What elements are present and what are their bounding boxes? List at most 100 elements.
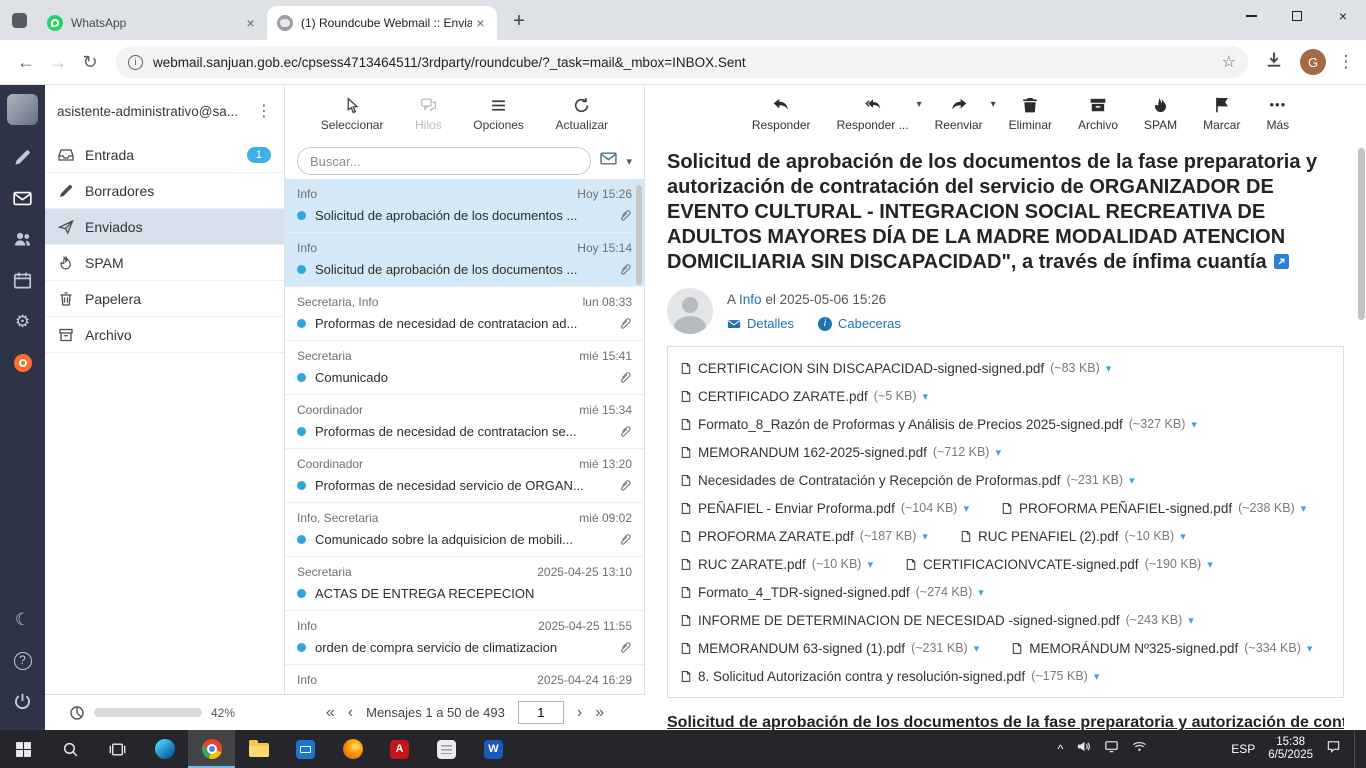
mark-button[interactable]: Marcar [1203,96,1240,132]
attachment-caret-icon[interactable]: ▾ [974,642,980,655]
tab-whatsapp[interactable]: WhatsApp × [37,6,267,40]
attachment-caret-icon[interactable]: ▾ [923,390,929,403]
attachment-chip[interactable]: Formato_8_Razón de Proformas y Análisis … [680,417,1197,432]
attachment-chip[interactable]: PROFORMA PEÑAFIEL-signed.pdf(~238 KB)▾ [1001,501,1306,516]
last-page-button[interactable]: » [595,705,604,721]
show-desktop-button[interactable] [1354,730,1358,768]
folder-spam[interactable]: SPAM [45,245,284,281]
first-page-button[interactable]: « [326,705,335,721]
contacts-nav-icon[interactable] [0,219,45,260]
window-minimize-button[interactable] [1228,0,1274,32]
volume-icon[interactable] [1076,739,1091,759]
unread-dot[interactable] [297,319,306,328]
calendar-nav-icon[interactable] [0,260,45,301]
attachment-chip[interactable]: RUC PENAFIEL (2).pdf(~10 KB)▾ [960,529,1186,544]
attachment-caret-icon[interactable]: ▾ [963,502,969,515]
forward-caret-icon[interactable]: ▾ [991,99,996,110]
folder-papelera[interactable]: Papelera [45,281,284,317]
cpanel-icon[interactable] [0,342,45,383]
attachment-chip[interactable]: CERTIFICADO ZARATE.pdf(~5 KB)▾ [680,389,928,404]
list-scrollbar[interactable] [636,185,642,285]
folder-archivo[interactable]: Archivo [45,317,284,353]
recipient-link[interactable]: Info [739,292,762,307]
next-page-button[interactable]: › [577,705,582,721]
start-button[interactable] [0,730,47,768]
search-options-caret-icon[interactable]: ▾ [626,155,632,168]
attachment-caret-icon[interactable]: ▾ [922,530,928,543]
unread-dot[interactable] [297,535,306,544]
firefox-icon[interactable] [329,730,376,768]
edge-icon[interactable] [141,730,188,768]
downloads-icon[interactable] [1258,50,1290,75]
message-row[interactable]: InfoHoy 15:14 Solicitud de aprobación de… [285,233,644,287]
url-input[interactable] [153,55,1214,70]
message-row[interactable]: Info2025-04-24 16:29 [285,665,644,694]
site-info-icon[interactable]: i [128,55,143,70]
reply-button[interactable]: Responder [752,96,811,132]
forward-button[interactable]: → [42,52,74,73]
tab-roundcube[interactable]: (1) Roundcube Webmail :: Envia × [267,6,497,40]
help-icon[interactable]: ? [0,640,45,681]
attachment-chip[interactable]: Necesidades de Contratación y Recepción … [680,473,1135,488]
reload-button[interactable]: ↻ [74,52,106,73]
archive-button[interactable]: Archivo [1078,96,1118,132]
acrobat-icon[interactable]: A [376,730,423,768]
settings-nav-icon[interactable]: ⚙ [0,301,45,342]
file-explorer-icon[interactable] [235,730,282,768]
attachment-chip[interactable]: MEMORANDUM 63-signed (1).pdf(~231 KB)▾ [680,641,979,656]
profile-avatar[interactable]: G [1300,49,1326,75]
unread-dot[interactable] [297,373,306,382]
language-indicator[interactable]: ESP [1231,742,1255,756]
chrome-icon[interactable] [188,730,235,768]
back-button[interactable]: ← [10,52,42,73]
threads-button[interactable]: Hilos [415,97,442,132]
bookmark-star-icon[interactable]: ☆ [1222,52,1236,72]
attachment-caret-icon[interactable]: ▾ [1191,418,1197,431]
office-app-icon[interactable] [423,730,470,768]
attachment-chip[interactable]: PROFORMA ZARATE.pdf(~187 KB)▾ [680,529,928,544]
taskbar-search-icon[interactable] [47,730,94,768]
more-button[interactable]: ••• Más [1266,96,1289,132]
attachment-caret-icon[interactable]: ▾ [867,558,873,571]
options-button[interactable]: Opciones [473,97,524,132]
browser-menu-icon[interactable]: ⋮ [1336,52,1356,72]
folder-entrada[interactable]: Entrada 1 [45,137,284,173]
attachment-caret-icon[interactable]: ▾ [1188,614,1194,627]
attachment-caret-icon[interactable]: ▾ [1106,362,1112,375]
attachment-chip[interactable]: Formato_4_TDR-signed-signed.pdf(~274 KB)… [680,585,984,600]
unread-dot[interactable] [297,265,306,274]
select-button[interactable]: Seleccionar [321,97,384,132]
attachment-chip[interactable]: CERTIFICACIONVCATE-signed.pdf(~190 KB)▾ [905,557,1213,572]
unread-dot[interactable] [297,589,306,598]
attachment-chip[interactable]: CERTIFICACION SIN DISCAPACIDAD-signed-si… [680,361,1111,376]
attachment-caret-icon[interactable]: ▾ [978,586,984,599]
network-icon[interactable] [1132,739,1147,759]
unread-dot[interactable] [297,427,306,436]
unread-dot[interactable] [297,481,306,490]
attachment-chip[interactable]: PEÑAFIEL - Enviar Proforma.pdf(~104 KB)▾ [680,501,969,516]
message-row[interactable]: Secretaria, Infolun 08:33 Proformas de n… [285,287,644,341]
search-input[interactable] [297,147,591,175]
delete-button[interactable]: Eliminar [1009,96,1052,132]
message-row[interactable]: Secretariamié 15:41 Comunicado [285,341,644,395]
content-scrollbar[interactable] [1358,148,1365,320]
attachment-caret-icon[interactable]: ▾ [1301,502,1307,515]
attachment-chip[interactable]: 8. Solicitud Autorización contra y resol… [680,669,1099,684]
message-row[interactable]: InfoHoy 15:26 Solicitud de aprobación de… [285,179,644,233]
dark-mode-icon[interactable]: ☾ [0,599,45,640]
attachment-caret-icon[interactable]: ▾ [1094,670,1100,683]
refresh-button[interactable]: Actualizar [555,97,608,132]
attachment-caret-icon[interactable]: ▾ [1207,558,1213,571]
compose-button[interactable] [0,137,45,178]
new-tab-button[interactable]: + [505,7,533,35]
attachment-caret-icon[interactable]: ▾ [1180,530,1186,543]
attachment-chip[interactable]: MEMORANDUM 162-2025-signed.pdf(~712 KB)▾ [680,445,1001,460]
unread-dot[interactable] [297,643,306,652]
window-maximize-button[interactable] [1274,0,1320,32]
message-row[interactable]: Coordinadormié 15:34 Proformas de necesi… [285,395,644,449]
external-link-icon[interactable] [1274,254,1289,269]
attachment-caret-icon[interactable]: ▾ [995,446,1001,459]
account-menu-icon[interactable]: ⋮ [250,101,272,121]
attachment-caret-icon[interactable]: ▾ [1129,474,1135,487]
tray-expand-icon[interactable]: ^ [1058,742,1064,756]
